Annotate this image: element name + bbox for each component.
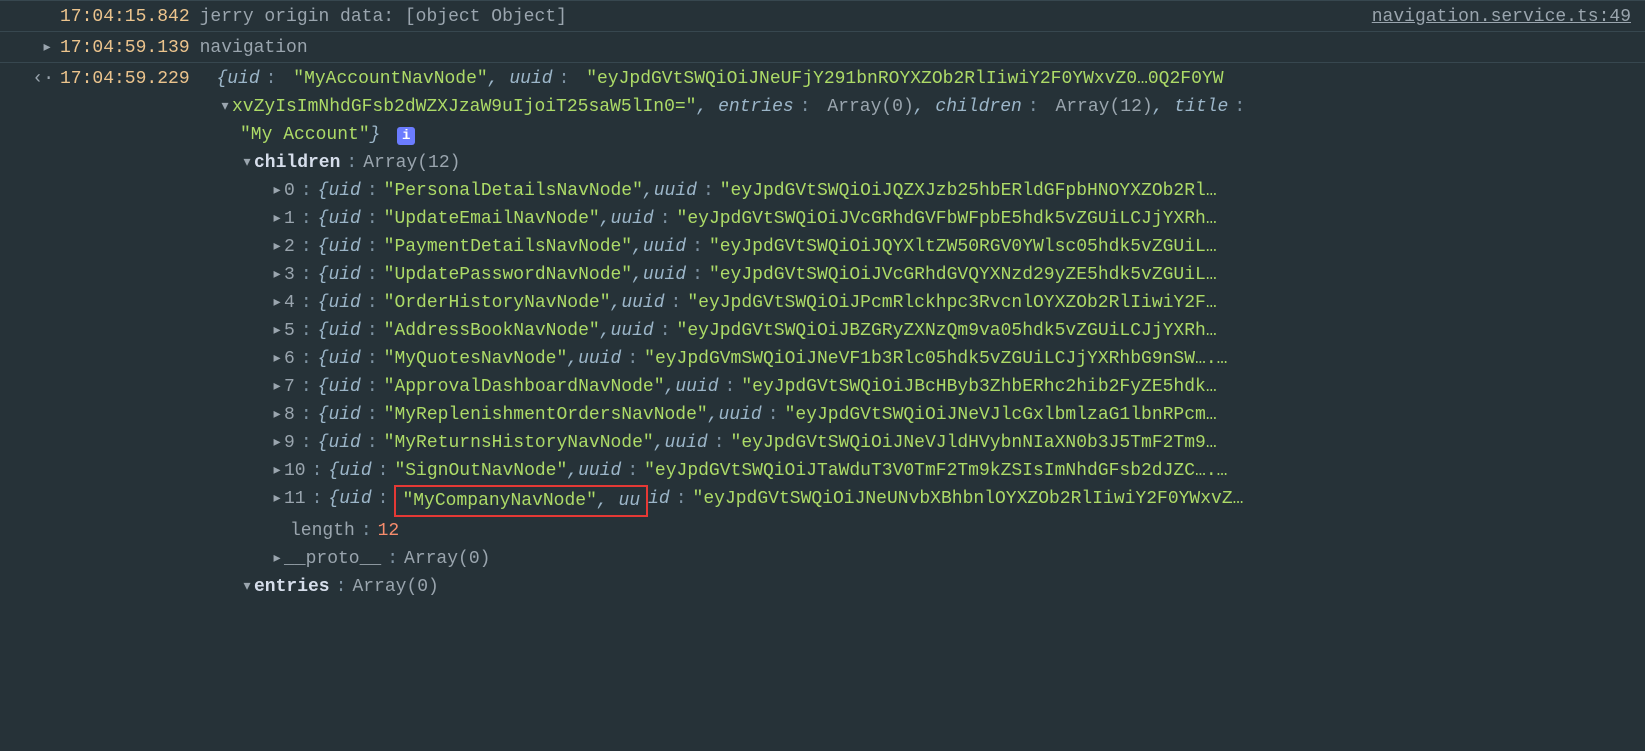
gutter xyxy=(0,3,60,31)
source-link[interactable]: navigation.service.ts:49 xyxy=(1372,3,1631,31)
console-object-line[interactable]: ‹· 17:04:59.229 {uid: "MyAccountNavNode"… xyxy=(0,62,1645,93)
console-log-line[interactable]: 17:04:59.139 navigation xyxy=(0,31,1645,62)
array-item-4[interactable]: 4:{uid:"OrderHistoryNavNode", uuid:"eyJp… xyxy=(0,289,1645,317)
array-item-11[interactable]: 11: {uid: "MyCompanyNavNode", uu id: "ey… xyxy=(0,485,1645,517)
timestamp: 17:04:59.139 xyxy=(60,34,200,62)
array-item-3[interactable]: 3:{uid:"UpdatePasswordNavNode", uuid:"ey… xyxy=(0,261,1645,289)
expand-arrow[interactable] xyxy=(270,485,284,517)
expand-arrow[interactable] xyxy=(270,457,284,485)
timestamp: 17:04:15.842 xyxy=(60,3,200,31)
info-icon[interactable]: i xyxy=(397,127,415,145)
property-entries[interactable]: entries: Array(0) xyxy=(0,573,1645,601)
expand-arrow[interactable] xyxy=(270,401,284,429)
timestamp: 17:04:59.229 xyxy=(60,65,200,93)
expand-arrow[interactable] xyxy=(270,345,284,373)
object-preview-cont[interactable]: "My Account"} i xyxy=(0,121,1645,149)
array-item-10[interactable]: 10:{uid:"SignOutNavNode", uuid:"eyJpdGVt… xyxy=(0,457,1645,485)
expanded-arrow[interactable] xyxy=(218,93,232,121)
array-item-9[interactable]: 9:{uid:"MyReturnsHistoryNavNode", uuid:"… xyxy=(0,429,1645,457)
array-item-8[interactable]: 8:{uid:"MyReplenishmentOrdersNavNode", u… xyxy=(0,401,1645,429)
expand-arrow[interactable] xyxy=(270,317,284,345)
array-item-5[interactable]: 5:{uid:"AddressBookNavNode", uuid:"eyJpd… xyxy=(0,317,1645,345)
log-message: jerry origin data: [object Object] xyxy=(200,3,567,31)
collapse-arrow[interactable]: ‹· xyxy=(0,65,60,93)
highlighted-value: "MyCompanyNavNode", uu xyxy=(394,485,648,517)
expanded-arrow[interactable] xyxy=(240,149,254,177)
property-children[interactable]: children: Array(12) xyxy=(0,149,1645,177)
array-item-1[interactable]: 1:{uid:"UpdateEmailNavNode", uuid:"eyJpd… xyxy=(0,205,1645,233)
array-item-6[interactable]: 6:{uid:"MyQuotesNavNode", uuid:"eyJpdGVm… xyxy=(0,345,1645,373)
object-preview[interactable]: {uid: "MyAccountNavNode", uuid: "eyJpdGV… xyxy=(200,65,1645,93)
expand-arrow[interactable] xyxy=(270,373,284,401)
expand-arrow[interactable] xyxy=(270,545,284,573)
property-length[interactable]: length: 12 xyxy=(0,517,1645,545)
expand-arrow[interactable] xyxy=(270,261,284,289)
expand-arrow[interactable] xyxy=(270,177,284,205)
array-item-0[interactable]: 0:{uid:"PersonalDetailsNavNode", uuid:"e… xyxy=(0,177,1645,205)
expand-arrow[interactable] xyxy=(270,289,284,317)
log-message: navigation xyxy=(200,34,308,62)
console-log-line[interactable]: 17:04:15.842 jerry origin data: [object … xyxy=(0,0,1645,31)
object-preview-cont[interactable]: xvZyIsImNhdGFsb2dWZXJzaW9uIjoiT25saW5lIn… xyxy=(0,93,1645,121)
expand-arrow[interactable] xyxy=(0,34,60,62)
expand-arrow[interactable] xyxy=(270,233,284,261)
array-item-7[interactable]: 7:{uid:"ApprovalDashboardNavNode", uuid:… xyxy=(0,373,1645,401)
expanded-arrow[interactable] xyxy=(240,573,254,601)
array-item-2[interactable]: 2:{uid:"PaymentDetailsNavNode", uuid:"ey… xyxy=(0,233,1645,261)
expand-arrow[interactable] xyxy=(270,429,284,457)
expand-arrow[interactable] xyxy=(270,205,284,233)
property-proto[interactable]: __proto__: Array(0) xyxy=(0,545,1645,573)
